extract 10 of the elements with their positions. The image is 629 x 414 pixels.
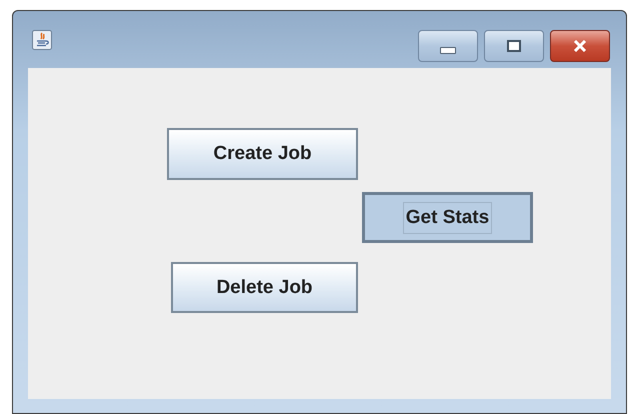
minimize-icon <box>440 46 456 54</box>
action-button[interactable]: Create Job <box>167 128 358 180</box>
minimize-button[interactable] <box>418 30 478 62</box>
close-icon <box>572 40 588 52</box>
action-button[interactable]: Get Stats <box>362 192 533 243</box>
coffee-cup-icon <box>32 30 52 50</box>
close-button[interactable] <box>550 30 610 62</box>
maximize-button[interactable] <box>484 30 544 62</box>
maximize-icon <box>507 40 521 52</box>
action-button[interactable]: Delete Job <box>171 262 358 313</box>
